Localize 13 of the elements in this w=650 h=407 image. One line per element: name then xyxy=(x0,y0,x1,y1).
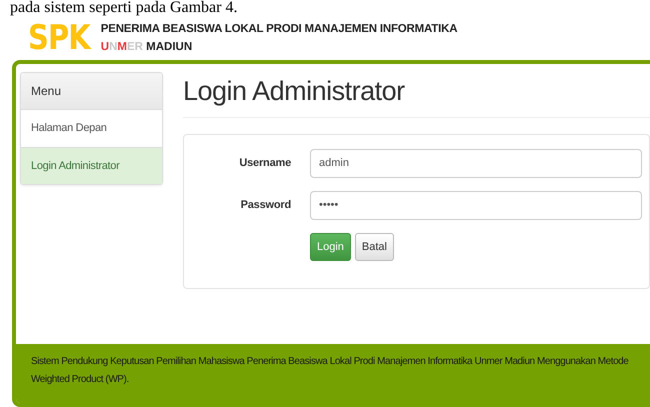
input-field[interactable]: admin xyxy=(310,149,642,178)
field-label: Password xyxy=(240,198,291,214)
input-field[interactable]: ••••• xyxy=(310,191,642,220)
sidebar-heading: Menu xyxy=(21,73,162,110)
site-title: PENERIMA BEASISWA LOKAL PRODI MANAJEMEN INFORMATIKA xyxy=(100,22,458,36)
document-text: pada sistem seperti pada Gambar 4. xyxy=(9,0,238,16)
sidebar-item[interactable]: Login Administrator xyxy=(21,148,162,184)
cancel-button[interactable]: Batal xyxy=(354,233,394,261)
field-label: Username xyxy=(238,156,291,172)
logo: SPK xyxy=(28,21,90,55)
sidebar-item[interactable]: Halaman Depan xyxy=(21,110,162,148)
footer-text: Sistem Pendukung Keputusan Pemilihan Mahasiswa Penerima Beasiswa Lokal Prodi Manajemen Informatika Unmer Madiun Menggunakan Metode Weighted Product (WP). xyxy=(16,344,650,403)
page-title: Login Administrator xyxy=(183,74,650,118)
